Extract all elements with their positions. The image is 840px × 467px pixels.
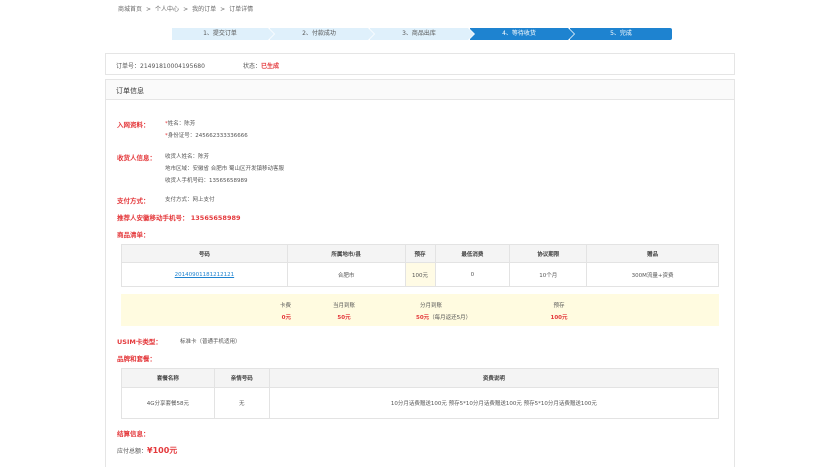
network-name-text: 姓名：陈芳: [167, 121, 196, 127]
step-label: 2、付款成功: [302, 30, 336, 37]
prestore-label: 预存: [553, 303, 565, 309]
receiver-phone: 收货人手机号码：13565658989: [165, 178, 248, 184]
col-header-fee-description: 资费说明: [268, 368, 720, 388]
cell-fee-description: 10分月话费赠送100元 预存5*10分月话费赠送100元 预存5*10分月话费…: [268, 387, 720, 419]
breadcrumb-separator: >: [220, 6, 226, 13]
split-credit-label: 分月到账: [419, 303, 442, 309]
payment-label: 支付方式：: [117, 197, 150, 205]
cell-gift: 300M流量+资费: [586, 262, 719, 287]
breadcrumb-separator: >: [183, 6, 189, 13]
col-header-term: 协议期限: [509, 244, 588, 263]
order-info-header: 订单信息: [106, 80, 734, 100]
usim-type-value: 标准卡（普通手机适用）: [180, 339, 241, 345]
product-list-label: 商品清单：: [117, 231, 150, 239]
col-header-city: 所属地市/县: [286, 244, 406, 263]
order-number-bar: 订单号：21491810004195680 状态：已生成: [105, 53, 735, 75]
col-header-gift: 赠品: [586, 244, 719, 263]
step-complete: 5、完成: [570, 28, 672, 40]
cell-package-name: 4G分享套餐58元: [121, 387, 215, 419]
network-name: *姓名：陈芳: [165, 119, 195, 127]
settlement-label: 结算信息：: [117, 430, 150, 438]
step-label: 4、等待收货: [502, 30, 536, 37]
network-id: *身份证号：245662333336666: [165, 131, 248, 139]
order-status: 状态：已生成: [243, 61, 279, 70]
cell-prestore: 100元: [404, 262, 436, 287]
month-credit-value: 50元: [337, 315, 351, 321]
step-payment-success: 2、付款成功: [270, 28, 375, 40]
order-progress-steps: 1、提交订单 2、付款成功 3、商品出库 4、等待收货 5、完成: [172, 28, 672, 40]
step-shipped: 3、商品出库: [370, 28, 475, 40]
cell-family-number: 无: [213, 387, 270, 419]
product-table: 号码 所属地市/县 预存 最低消费 协议期限 赠品 20140901181212…: [121, 244, 719, 287]
table-row: 4G分享套餐58元 无 10分月话费赠送100元 预存5*10分月话费赠送100…: [121, 387, 720, 419]
breadcrumb-my-orders[interactable]: 我的订单: [192, 4, 216, 13]
breadcrumb-home[interactable]: 商城首页: [118, 4, 142, 13]
cell-city: 合肥市: [286, 262, 406, 287]
col-header-number: 号码: [121, 244, 288, 263]
cell-term: 10个月: [509, 262, 588, 287]
breadcrumb-separator: >: [146, 6, 152, 13]
step-label: 3、商品出库: [402, 30, 436, 37]
product-table-header: 号码 所属地市/县 预存 最低消费 协议期限 赠品: [121, 244, 719, 263]
breadcrumb: 商城首页 > 个人中心 > 我的订单 > 订单详情: [118, 4, 253, 13]
step-label: 1、提交订单: [203, 30, 237, 37]
order-status-label: 状态：: [243, 63, 262, 70]
network-info-label: 入网资料：: [117, 121, 150, 129]
package-table: 套餐名称 亲情号码 资费说明 4G分享套餐58元 无 10分月话费赠送100元 …: [121, 368, 720, 419]
usim-type-label: USIM卡类型：: [117, 338, 162, 346]
receiver-name: 收货人姓名：陈芳: [165, 154, 210, 160]
split-credit-value: 50元: [416, 315, 430, 321]
total-due-value: ¥100元: [147, 446, 178, 455]
card-fee-label: 卡费: [279, 303, 291, 309]
order-status-value: 已生成: [261, 63, 280, 70]
brand-package-label: 品牌和套餐：: [117, 355, 156, 363]
split-credit: 50元（每月返还5月）: [416, 313, 506, 321]
breadcrumb-order-detail: 订单详情: [229, 6, 254, 13]
total-due: 应付总额：¥100元: [117, 445, 177, 456]
payment-method: 支付方式：网上支付: [165, 197, 215, 203]
fee-summary: 卡费 0元 当月到账 50元 分月到账 50元（每月返还5月） 预存 100元: [121, 294, 719, 326]
col-header-package-name: 套餐名称: [121, 368, 215, 388]
breadcrumb-personal-center[interactable]: 个人中心: [155, 4, 179, 13]
month-credit-label: 当月到账: [332, 303, 355, 309]
receiver-info-label: 收货人信息：: [117, 154, 156, 162]
col-header-family-number: 亲情号码: [213, 368, 270, 388]
network-id-text: 身份证号：245662333336666: [167, 133, 248, 139]
order-info-title: 订单信息: [116, 87, 144, 95]
cell-number: 20140901181212121: [121, 262, 288, 287]
referrer-phone: 推荐人安徽移动手机号： 13565658989: [117, 214, 241, 222]
col-header-prestore: 预存: [404, 244, 436, 263]
order-number: 订单号：21491810004195680: [116, 63, 205, 70]
card-fee-value: 0元: [281, 315, 291, 321]
total-due-label: 应付总额：: [117, 448, 148, 455]
prestore-value: 100元: [550, 315, 568, 321]
package-table-header: 套餐名称 亲情号码 资费说明: [121, 368, 720, 388]
split-credit-note: （每月返还5月）: [429, 315, 472, 321]
phone-number-link[interactable]: 20140901181212121: [175, 272, 235, 278]
step-submit-order: 1、提交订单: [172, 28, 275, 40]
step-awaiting-delivery: 4、等待收货: [470, 28, 575, 40]
step-label: 5、完成: [610, 30, 632, 37]
col-header-min-spend: 最低消费: [434, 244, 511, 263]
receiver-area: 地市区域：安徽省 合肥市 蜀山区开发镇移动客服: [165, 166, 284, 172]
cell-min-spend: 0: [434, 262, 511, 287]
table-row: 20140901181212121 合肥市 100元 0 10个月 300M流量…: [121, 262, 719, 287]
